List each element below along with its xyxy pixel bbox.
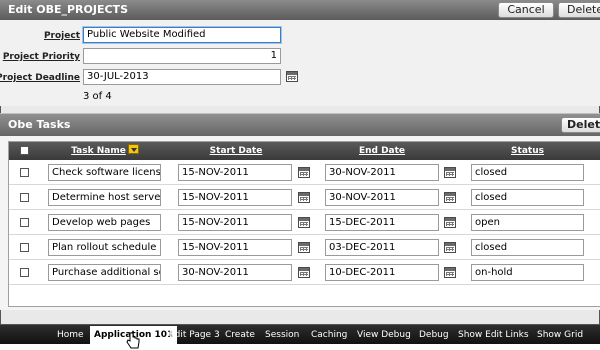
grid-header: Task Name Start Date End Date Status <box>9 142 600 160</box>
sort-descending-icon[interactable] <box>127 144 139 154</box>
row-checkbox[interactable] <box>20 168 29 177</box>
calendar-icon[interactable] <box>298 267 310 278</box>
end-date-field[interactable]: 30-NOV-2011 <box>325 164 439 181</box>
task-name-field[interactable]: Develop web pages <box>48 214 161 231</box>
start-date-field[interactable]: 15-NOV-2011 <box>178 214 292 231</box>
tasks-region-title: Obe Tasks <box>0 114 600 136</box>
project-priority-field[interactable]: 1 <box>83 48 281 64</box>
calendar-icon[interactable] <box>298 217 310 228</box>
start-date-field[interactable]: 15-NOV-2011 <box>178 239 292 256</box>
edit-region: Edit OBE_PROJECTS Cancel Delete Project … <box>0 0 600 106</box>
table-row: Plan rollout schedule 15-NOV-2011 03-DEC… <box>9 235 600 260</box>
devbar-debug[interactable]: Debug <box>419 325 449 345</box>
status-field[interactable]: closed <box>471 189 584 206</box>
project-priority-label: Project Priority <box>2 52 80 62</box>
task-name-header-label: Task Name <box>71 146 126 156</box>
calendar-icon[interactable] <box>286 71 298 82</box>
calendar-icon[interactable] <box>298 167 310 178</box>
devbar-home[interactable]: Home <box>57 325 84 345</box>
column-header-end-date[interactable]: End Date <box>325 142 439 160</box>
tasks-delete-button[interactable]: Delete <box>561 117 600 133</box>
task-name-field[interactable]: Plan rollout schedule <box>48 239 161 256</box>
column-header-status[interactable]: Status <box>471 142 584 160</box>
devbar-show-grid[interactable]: Show Grid <box>537 325 583 345</box>
project-deadline-field[interactable]: 30-JUL-2013 <box>83 69 281 85</box>
project-deadline-label: Project Deadline <box>0 73 80 83</box>
calendar-icon[interactable] <box>298 242 310 253</box>
devbar-edit-page[interactable]: Edit Page 3 <box>169 325 220 345</box>
devbar-caching[interactable]: Caching <box>311 325 347 345</box>
project-field[interactable]: Public Website Modified <box>83 27 281 43</box>
devbar-show-edit-links[interactable]: Show Edit Links <box>458 325 529 345</box>
start-date-field[interactable]: 30-NOV-2011 <box>178 264 292 281</box>
status-field[interactable]: open <box>471 214 584 231</box>
developer-toolbar: Home Application 101 Edit Page 3 Create … <box>0 324 600 344</box>
column-header-start-date[interactable]: Start Date <box>179 142 293 160</box>
page-bottom <box>0 344 600 350</box>
calendar-icon[interactable] <box>444 242 456 253</box>
end-date-field[interactable]: 30-NOV-2011 <box>325 189 439 206</box>
start-date-field[interactable]: 15-NOV-2011 <box>178 164 292 181</box>
column-header-task-name[interactable]: Task Name <box>49 142 161 160</box>
hand-pointer-icon <box>126 332 140 349</box>
table-row: Determine host server 15-NOV-2011 30-NOV… <box>9 185 600 210</box>
status-field[interactable]: on-hold <box>471 264 584 281</box>
table-row: Check software licenses 15-NOV-2011 30-N… <box>9 160 600 185</box>
devbar-view-debug[interactable]: View Debug <box>357 325 411 345</box>
calendar-icon[interactable] <box>444 217 456 228</box>
tasks-region: Obe Tasks Delete Task Name Start Date En… <box>0 113 600 310</box>
end-date-field[interactable]: 10-DEC-2011 <box>325 264 439 281</box>
end-date-field[interactable]: 03-DEC-2011 <box>325 239 439 256</box>
calendar-icon[interactable] <box>298 192 310 203</box>
select-all-checkbox[interactable] <box>20 146 29 155</box>
record-counter: 3 of 4 <box>83 91 112 102</box>
calendar-icon[interactable] <box>444 267 456 278</box>
devbar-create[interactable]: Create <box>225 325 255 345</box>
devbar-session[interactable]: Session <box>265 325 299 345</box>
task-name-field[interactable]: Check software licenses <box>48 164 161 181</box>
task-name-field[interactable]: Purchase additional soft <box>48 264 161 281</box>
row-checkbox[interactable] <box>20 268 29 277</box>
start-date-field[interactable]: 15-NOV-2011 <box>178 189 292 206</box>
calendar-icon[interactable] <box>444 192 456 203</box>
cancel-button[interactable]: Cancel <box>498 2 554 18</box>
table-row: Purchase additional soft 30-NOV-2011 10-… <box>9 260 600 285</box>
status-field[interactable]: closed <box>471 239 584 256</box>
status-field[interactable]: closed <box>471 164 584 181</box>
end-date-field[interactable]: 15-DEC-2011 <box>325 214 439 231</box>
delete-button[interactable]: Delete <box>558 2 600 18</box>
tasks-grid: Task Name Start Date End Date Status Che… <box>8 141 600 307</box>
row-checkbox[interactable] <box>20 193 29 202</box>
task-name-field[interactable]: Determine host server <box>48 189 161 206</box>
calendar-icon[interactable] <box>444 167 456 178</box>
project-label: Project <box>43 31 80 41</box>
row-checkbox[interactable] <box>20 218 29 227</box>
row-checkbox[interactable] <box>20 243 29 252</box>
table-row: Develop web pages 15-NOV-2011 15-DEC-201… <box>9 210 600 235</box>
